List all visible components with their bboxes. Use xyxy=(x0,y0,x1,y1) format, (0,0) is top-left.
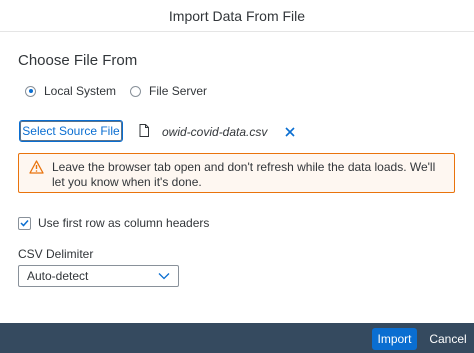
dialog-title: Import Data From File xyxy=(168,7,306,24)
warning-text: Leave the browser tab open and don't ref… xyxy=(52,160,436,189)
file-server-radio[interactable] xyxy=(130,85,142,97)
file-server-label[interactable]: File Server xyxy=(149,84,207,98)
csv-delimiter-value: Auto-detect xyxy=(27,269,89,283)
warning-icon xyxy=(29,160,44,174)
dialog-header: Import Data From File xyxy=(0,0,474,32)
document-icon xyxy=(139,124,149,137)
header-row-label[interactable]: Use first row as column headers xyxy=(38,216,209,230)
source-heading: Choose File From xyxy=(18,52,138,69)
checkmark-icon xyxy=(20,219,29,227)
header-row-option: Use first row as column headers xyxy=(18,216,209,230)
select-source-file-button[interactable]: Select Source File xyxy=(19,120,123,142)
selected-file-name: owid-covid-data.csv xyxy=(162,125,268,139)
local-system-label[interactable]: Local System xyxy=(44,84,116,98)
import-button[interactable]: Import xyxy=(372,328,417,350)
cancel-button[interactable]: Cancel xyxy=(427,328,469,350)
chevron-down-icon[interactable] xyxy=(158,272,170,280)
close-icon[interactable] xyxy=(284,126,296,138)
csv-delimiter-select[interactable]: Auto-detect xyxy=(18,265,179,287)
warning-message-strip: Leave the browser tab open and don't ref… xyxy=(18,153,455,193)
header-row-checkbox[interactable] xyxy=(18,216,31,230)
csv-delimiter-label: CSV Delimiter xyxy=(18,247,94,261)
local-system-radio[interactable] xyxy=(25,85,36,97)
source-radio-group: Local System File Server xyxy=(25,84,221,98)
